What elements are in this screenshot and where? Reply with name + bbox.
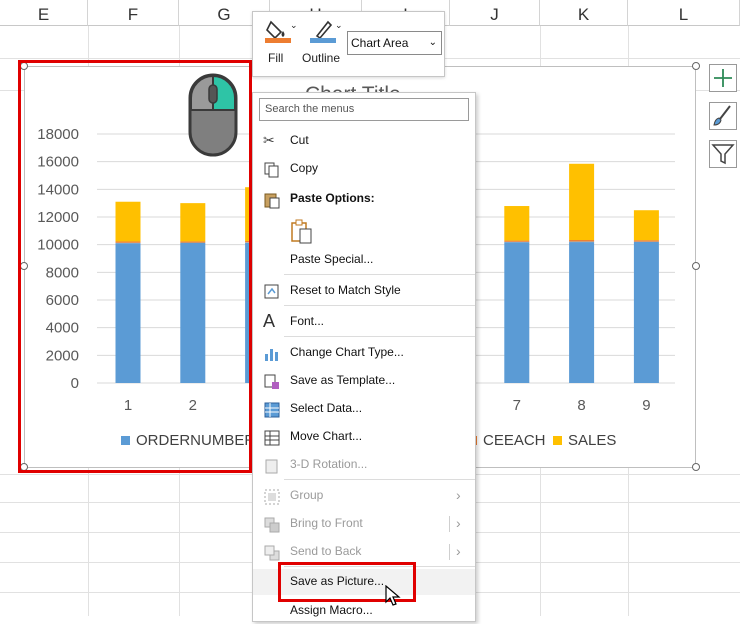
- bar-segment[interactable]: [569, 240, 594, 241]
- reset-style-icon: [263, 283, 281, 301]
- filter-icon: [710, 141, 736, 167]
- resize-handle-top-right[interactable]: [692, 62, 700, 70]
- menu-item-3d-rotation: 3-D Rotation...: [253, 452, 475, 478]
- chevron-down-icon: ⌄: [429, 32, 437, 54]
- resize-handle-right[interactable]: [692, 262, 700, 270]
- menu-item-label: Send to Back: [290, 544, 361, 558]
- column-header-l[interactable]: L: [628, 0, 740, 26]
- x-tick-label: 8: [577, 397, 585, 414]
- bar-segment[interactable]: [569, 164, 594, 240]
- chevron-right-icon: ›: [456, 487, 461, 503]
- menu-separator: [284, 274, 475, 275]
- menu-item-reset-style[interactable]: Reset to Match Style: [253, 278, 475, 304]
- outline-label: Outline: [302, 51, 340, 65]
- context-menu: Search the menus ✂ Cut Copy Paste Option…: [252, 92, 476, 622]
- column-header-k[interactable]: K: [540, 0, 628, 26]
- menu-item-label: Font...: [290, 314, 324, 328]
- menu-item-move-chart[interactable]: Move Chart...: [253, 424, 475, 450]
- paste-keep-formatting-icon: [290, 219, 314, 245]
- scissors-icon: ✂: [263, 132, 281, 150]
- menu-item-label: Change Chart Type...: [290, 345, 404, 359]
- chevron-right-icon: ›: [456, 543, 461, 559]
- pen-icon: [310, 18, 336, 44]
- menu-item-label: Cut: [290, 133, 309, 147]
- legend-swatch: [553, 436, 562, 445]
- bring-front-icon: [263, 516, 281, 534]
- menu-item-paste-special[interactable]: Paste Special...: [253, 247, 475, 273]
- menu-item-label: Copy: [290, 161, 318, 175]
- legend-entry[interactable]: SALES: [553, 432, 616, 449]
- menu-item-label: Paste Options:: [290, 191, 375, 205]
- bar-segment[interactable]: [504, 241, 529, 242]
- bar-segment[interactable]: [504, 242, 529, 383]
- menu-item-bring-front: Bring to Front ›: [253, 511, 475, 537]
- x-tick-label: 7: [513, 397, 521, 414]
- plus-icon: [710, 65, 736, 91]
- menu-item-select-data[interactable]: Select Data...: [253, 396, 475, 422]
- bar-segment[interactable]: [569, 242, 594, 383]
- menu-item-label: Save as Template...: [290, 373, 395, 387]
- chart-styles-button[interactable]: [709, 102, 737, 130]
- resize-handle-bottom-right[interactable]: [692, 463, 700, 471]
- paste-icon: [263, 191, 281, 209]
- column-header-e[interactable]: E: [0, 0, 88, 26]
- column-header-j[interactable]: J: [450, 0, 540, 26]
- menu-item-label: Assign Macro...: [290, 603, 373, 617]
- bar-segment[interactable]: [634, 240, 659, 241]
- send-back-icon: [263, 544, 281, 562]
- copy-icon: [263, 161, 281, 179]
- chart-element-value: Chart Area: [351, 36, 408, 50]
- menu-separator: [284, 479, 475, 480]
- menu-search-input[interactable]: Search the menus: [259, 98, 469, 121]
- select-data-icon: [263, 401, 281, 419]
- menu-item-label: 3-D Rotation...: [290, 457, 367, 471]
- menu-item-label: Move Chart...: [290, 429, 362, 443]
- menu-item-paste-options: Paste Options:: [253, 186, 475, 212]
- menu-item-copy[interactable]: Copy: [253, 156, 475, 182]
- font-icon: A: [263, 311, 281, 329]
- x-tick-label: 9: [642, 397, 650, 414]
- dropdown-arrow-icon: ⌄: [290, 20, 298, 31]
- fill-label: Fill: [268, 51, 283, 65]
- chart-filters-button[interactable]: [709, 140, 737, 168]
- menu-item-label: Select Data...: [290, 401, 362, 415]
- mouse-pointer-icon: [385, 585, 401, 607]
- template-icon: [263, 373, 281, 391]
- legend-label: CEEACH: [483, 432, 546, 449]
- legend-entry[interactable]: CEEACH: [468, 432, 546, 449]
- menu-item-font[interactable]: A Font...: [253, 309, 475, 335]
- chart-element-select[interactable]: Chart Area ⌄: [347, 31, 442, 55]
- paint-bucket-icon: [265, 18, 291, 44]
- menu-split-divider: [449, 544, 450, 560]
- paste-keep-formatting-button[interactable]: [253, 217, 475, 247]
- menu-item-cut[interactable]: ✂ Cut: [253, 128, 475, 154]
- menu-item-label: Group: [290, 488, 323, 502]
- rotation-icon: [263, 457, 281, 475]
- menu-item-label: Bring to Front: [290, 516, 363, 530]
- chevron-right-icon: ›: [456, 515, 461, 531]
- move-chart-icon: [263, 429, 281, 447]
- dropdown-arrow-icon: ⌄: [335, 20, 343, 31]
- menu-item-group: Group ›: [253, 483, 475, 509]
- column-header-f[interactable]: F: [88, 0, 179, 26]
- bar-segment[interactable]: [504, 206, 529, 241]
- format-toolbar: ⌄ Fill ⌄ Outline Chart Area ⌄: [252, 11, 445, 77]
- bar-segment[interactable]: [569, 241, 594, 242]
- chart-elements-button[interactable]: [709, 64, 737, 92]
- menu-item-label: Paste Special...: [290, 252, 373, 266]
- menu-separator: [284, 305, 475, 306]
- paintbrush-icon: [710, 103, 736, 129]
- menu-separator: [284, 336, 475, 337]
- chart-type-icon: [263, 345, 281, 363]
- menu-split-divider: [449, 516, 450, 532]
- mouse-icon: [188, 73, 238, 157]
- bar-segment[interactable]: [634, 210, 659, 240]
- menu-item-label: Reset to Match Style: [290, 283, 401, 297]
- menu-item-save-template[interactable]: Save as Template...: [253, 368, 475, 394]
- bar-segment[interactable]: [634, 242, 659, 383]
- menu-item-change-chart-type[interactable]: Change Chart Type...: [253, 340, 475, 366]
- legend-label: SALES: [568, 432, 616, 449]
- group-icon: [263, 488, 281, 506]
